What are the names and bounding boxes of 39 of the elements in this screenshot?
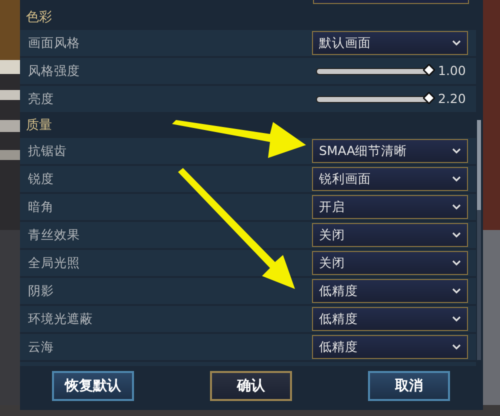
dropdown[interactable]: 关闭 (312, 223, 468, 247)
dropdown[interactable]: 低精度 (312, 307, 468, 331)
chevron-icon (452, 40, 461, 46)
section-heading: 色彩 (25, 9, 53, 27)
setting-label: 环境光遮蔽 (28, 310, 94, 328)
setting-label: 暗角 (28, 198, 55, 216)
setting-label: 抗锯齿 (28, 142, 68, 160)
dropdown[interactable]: 低精度 (312, 279, 468, 303)
dropdown[interactable]: SMAA细节清晰 (312, 139, 468, 163)
dropdown[interactable]: 开启 (312, 195, 468, 219)
chevron-icon (452, 148, 461, 154)
dialog-button[interactable]: 恢复默认 (52, 371, 134, 401)
setting-label: 云海 (28, 338, 55, 356)
section-heading: 质量 (25, 117, 53, 135)
dropdown[interactable]: 低精度 (312, 335, 468, 359)
setting-label: 风格强度 (28, 62, 81, 80)
slider-thumb[interactable] (422, 64, 435, 76)
setting-label: 全局光照 (28, 254, 81, 272)
setting-label: 阴影 (28, 282, 55, 300)
chevron-icon (452, 176, 461, 182)
slider-value: 1.00 (438, 62, 464, 80)
chevron-icon (452, 316, 461, 322)
scrollbar-thumb[interactable] (477, 120, 481, 210)
dropdown[interactable]: 关闭 (312, 251, 468, 275)
dialog-button[interactable]: 取消 (368, 371, 450, 401)
chevron-icon (452, 288, 461, 294)
setting-label: 青丝效果 (28, 226, 81, 244)
setting-label: 锐度 (28, 170, 55, 188)
slider-thumb[interactable] (422, 92, 435, 104)
chevron-icon (452, 232, 461, 238)
chevron-icon (452, 260, 461, 266)
slider-value: 2.20 (438, 90, 464, 108)
chevron-icon (452, 204, 461, 210)
dropdown[interactable]: 默认画面 (312, 31, 468, 55)
dropdown[interactable]: 锐利画面 (312, 167, 468, 191)
dialog-button[interactable]: 确认 (210, 371, 292, 401)
chevron-icon (452, 344, 461, 350)
setting-label: 亮度 (28, 90, 55, 108)
setting-label: 画面风格 (28, 34, 81, 52)
